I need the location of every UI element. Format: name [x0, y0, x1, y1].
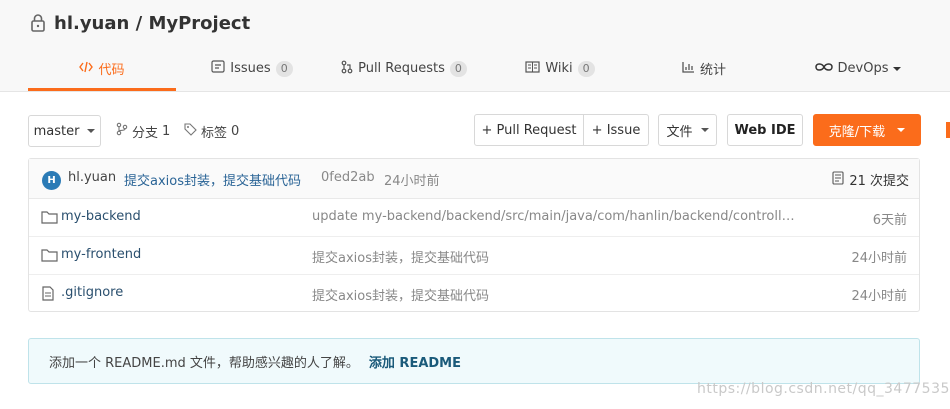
- folder-icon: [41, 248, 59, 264]
- chevron-down-icon: [700, 128, 709, 132]
- file-row[interactable]: .gitignore 提交axios封装，提交基础代码 24小时前: [29, 275, 919, 313]
- tab-devops[interactable]: DevOps: [810, 48, 906, 89]
- chevron-down-icon: [893, 66, 902, 71]
- repo-tabs: 代码 Issues 0 Pull Requests 0 Wiki 0 统计 De…: [28, 48, 950, 92]
- tags-count: 0: [231, 123, 240, 139]
- branches-link[interactable]: 分支 1: [116, 122, 171, 141]
- file-row[interactable]: my-backend update my-backend/backend/src…: [29, 199, 919, 237]
- branch-select[interactable]: master: [28, 115, 101, 147]
- tab-code[interactable]: 代码: [28, 48, 176, 89]
- readme-notice-text: 添加一个 README.md 文件，帮助感兴趣的人了解。: [49, 355, 359, 371]
- tab-label: Issues: [230, 61, 271, 76]
- active-tab-indicator: [28, 88, 176, 91]
- new-issue-button[interactable]: + Issue: [583, 114, 649, 146]
- repo-title-bar: hl.yuan / MyProject: [28, 10, 250, 36]
- tab-label: 统计: [699, 63, 726, 78]
- repo-header: hl.yuan / MyProject 代码 Issues 0 Pull Req…: [0, 0, 950, 92]
- branch-icon: [116, 122, 128, 140]
- commit-message[interactable]: 提交axios封装，提交基础代码: [124, 170, 301, 189]
- commit-count-link[interactable]: 21 次提交: [832, 170, 909, 189]
- chevron-down-icon: [87, 129, 96, 133]
- wiki-icon: [525, 60, 540, 77]
- tab-label: 代码: [98, 63, 125, 78]
- commit-sha[interactable]: 0fed2ab: [321, 170, 375, 185]
- file-commit-message[interactable]: 提交axios封装，提交基础代码: [312, 285, 802, 304]
- count-badge: 0: [449, 60, 467, 77]
- lock-icon: [28, 12, 48, 34]
- stats-icon: [682, 61, 695, 77]
- branch-select-label: master: [33, 123, 80, 139]
- file-row[interactable]: my-frontend 提交axios封装，提交基础代码 24小时前: [29, 237, 919, 275]
- tag-icon: [184, 122, 197, 140]
- tags-link[interactable]: 标签 0: [184, 122, 240, 141]
- tab-label: Pull Requests: [358, 61, 445, 76]
- count-badge: 0: [275, 60, 293, 77]
- file-commit-message[interactable]: update my-backend/backend/src/main/java/…: [312, 209, 802, 224]
- file-icon: [41, 286, 59, 302]
- add-readme-link[interactable]: 添加 README: [369, 352, 461, 371]
- file-name[interactable]: .gitignore: [61, 285, 123, 300]
- issues-icon: [211, 60, 225, 77]
- edge-fragment: [946, 122, 950, 138]
- folder-icon: [41, 210, 59, 226]
- file-name[interactable]: my-frontend: [61, 247, 141, 262]
- commit-author[interactable]: hl.yuan: [68, 170, 116, 185]
- tab-label: DevOps: [837, 61, 889, 76]
- code-icon: [79, 61, 94, 77]
- chevron-down-icon: [897, 128, 906, 132]
- tab-pull-requests[interactable]: Pull Requests 0: [336, 48, 472, 89]
- tab-label: Wiki: [545, 61, 573, 76]
- branches-label: 分支: [132, 125, 159, 141]
- file-list: H hl.yuan 提交axios封装，提交基础代码 0fed2ab 24小时前…: [28, 158, 920, 312]
- avatar[interactable]: H: [42, 171, 61, 190]
- tab-wiki[interactable]: Wiki 0: [520, 48, 600, 89]
- new-pull-request-button[interactable]: + Pull Request: [474, 114, 584, 146]
- count-badge: 0: [577, 60, 595, 77]
- clone-download-button[interactable]: 克隆/下载: [813, 114, 921, 146]
- file-commit-message[interactable]: 提交axios封装，提交基础代码: [312, 247, 802, 266]
- readme-notice: 添加一个 README.md 文件，帮助感兴趣的人了解。 添加 README: [28, 338, 920, 384]
- tags-label: 标签: [201, 125, 228, 141]
- file-menu-button[interactable]: 文件: [658, 114, 717, 146]
- commit-count: 21 次提交: [849, 174, 909, 189]
- file-name[interactable]: my-backend: [61, 209, 141, 224]
- tab-issues[interactable]: Issues 0: [204, 48, 300, 89]
- tab-stats[interactable]: 统计: [676, 48, 732, 89]
- branches-count: 1: [162, 123, 171, 139]
- latest-commit-bar: H hl.yuan 提交axios封装，提交基础代码 0fed2ab 24小时前…: [29, 159, 919, 199]
- pull-request-icon: [341, 60, 353, 78]
- clone-label: 克隆/下载: [828, 124, 886, 140]
- devops-icon: [814, 61, 833, 76]
- file-time: 24小时前: [851, 251, 907, 266]
- commits-icon: [832, 170, 844, 189]
- file-menu-label: 文件: [666, 124, 693, 140]
- file-time: 24小时前: [851, 289, 907, 304]
- commit-time: 24小时前: [384, 174, 440, 189]
- watermark: https://blog.csdn.net/qq_34775355: [697, 381, 950, 397]
- web-ide-button[interactable]: Web IDE: [727, 114, 803, 146]
- repo-title[interactable]: hl.yuan / MyProject: [54, 13, 250, 34]
- file-time: 6天前: [872, 213, 907, 228]
